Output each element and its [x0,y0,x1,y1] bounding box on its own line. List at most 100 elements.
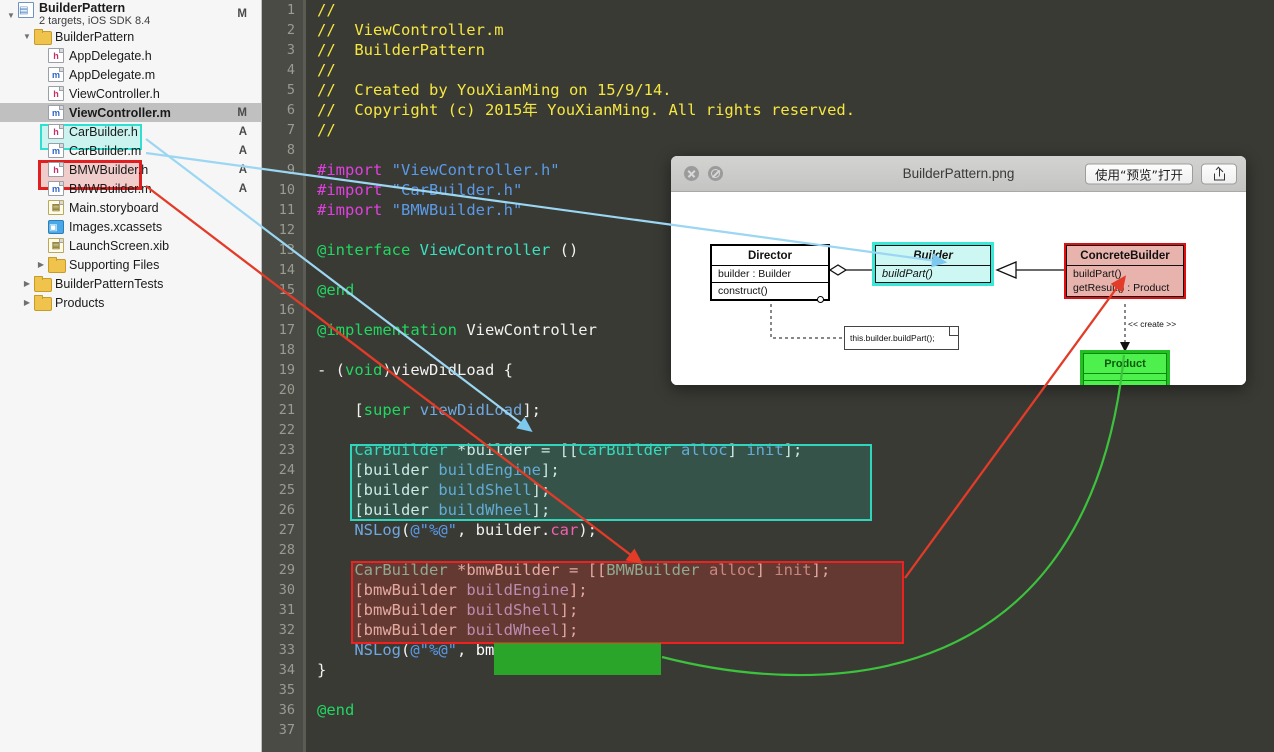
sidebar-item-builderpatterntests[interactable]: BuilderPatternTests [0,274,261,293]
line-text: [bmwBuilder buildWheel]; [317,621,579,639]
line-number: 28 [278,542,295,558]
navigator-tree[interactable]: ▤BuilderPattern2 targets, iOS SDK 8.4MBu… [0,0,261,312]
preview-titlebar[interactable]: BuilderPattern.png 使用“预览”打开 [671,156,1246,192]
image-preview-window[interactable]: BuilderPattern.png 使用“预览”打开 Director bui… [671,156,1246,385]
project-navigator[interactable]: ▤BuilderPattern2 targets, iOS SDK 8.4MBu… [0,0,262,752]
folder-icon [34,295,52,311]
director-socket-icon [817,296,824,303]
uml-class-builder: Builder buildPart() [872,242,994,286]
line-text: [super viewDidLoad]; [317,401,542,419]
sidebar-item-bmwbuilder-m[interactable]: m BMWBuilder.m A [0,179,261,198]
sidebar-item-images-xcassets[interactable]: ▣ Images.xcassets [0,217,261,236]
sidebar-item-viewcontroller-m[interactable]: m ViewController.m M [0,103,261,122]
line-text: CarBuilder *bmwBuilder = [[BMWBuilder al… [354,561,831,579]
share-icon[interactable] [1201,163,1237,184]
sidebar-item-label: BuilderPatternTests [55,276,164,291]
code-line[interactable]: 4 // [262,60,1274,80]
uml-class-director: Director builder : Builder construct() [710,244,830,303]
line-number: 14 [278,262,295,278]
xcode-window: ▤BuilderPattern2 targets, iOS SDK 8.4MBu… [0,0,1274,752]
navigator-project-row[interactable]: ▤BuilderPattern2 targets, iOS SDK 8.4M [0,0,261,27]
project-name: BuilderPattern [39,1,126,15]
code-line[interactable]: 31 [bmwBuilder buildShell]; [262,600,1274,620]
line-number: 32 [278,622,295,638]
sidebar-item-builderpattern[interactable]: BuilderPattern [0,27,261,46]
uml-class-concretebuilder: ConcreteBuilder buildPart() getResult() … [1064,243,1186,299]
code-line[interactable]: 37 [262,720,1274,740]
line-number: 13 [278,242,295,258]
sidebar-item-appdelegate-m[interactable]: m AppDelegate.m [0,65,261,84]
code-line[interactable]: 34} [262,660,1274,680]
folder-icon [34,276,52,292]
disclosure-triangle[interactable] [20,274,34,293]
interface-file-icon: ▤ [48,238,64,253]
code-line[interactable]: 23 CarBuilder *builder = [[CarBuilder al… [262,440,1274,460]
director-attribute: builder : Builder [712,266,828,283]
source-file-icon: m [48,67,64,82]
open-with-preview-button[interactable]: 使用“预览”打开 [1085,163,1193,184]
code-line[interactable]: 36 @end [262,700,1274,720]
code-line[interactable]: 27 NSLog(@"%@", builder.car); [262,520,1274,540]
sidebar-item-bmwbuilder-h[interactable]: h BMWBuilder.h A [0,160,261,179]
file-status-badge: A [238,182,247,195]
project-status-badge: M [237,7,247,20]
code-line[interactable]: 25 [builder buildShell]; [262,480,1274,500]
line-number: 35 [278,682,295,698]
code-line[interactable]: 28 [262,540,1274,560]
code-line[interactable]: 1 // [262,0,1274,20]
sidebar-item-label: Products [55,295,105,310]
sidebar-item-appdelegate-h[interactable]: h AppDelegate.h [0,46,261,65]
code-line[interactable]: 33 NSLog(@"%@", bmwBuilder.car); [262,640,1274,660]
code-line[interactable]: 29 CarBuilder *bmwBuilder = [[BMWBuilder… [262,560,1274,580]
line-text: // [317,121,336,139]
sidebar-item-carbuilder-h[interactable]: h CarBuilder.h A [0,122,261,141]
no-entry-circle-icon[interactable] [708,166,723,181]
sidebar-item-supporting-files[interactable]: Supporting Files [0,255,261,274]
line-text: // BuilderPattern [317,41,485,59]
line-number: 31 [278,602,295,618]
code-line[interactable]: 32 [bmwBuilder buildWheel]; [262,620,1274,640]
line-number: 6 [286,102,295,118]
sidebar-item-viewcontroller-h[interactable]: h ViewController.h [0,84,261,103]
line-number: 25 [278,482,295,498]
code-line[interactable]: 26 [builder buildWheel]; [262,500,1274,520]
sidebar-item-launchscreen-xib[interactable]: ▤ LaunchScreen.xib [0,236,261,255]
code-line[interactable]: 22 [262,420,1274,440]
line-number: 33 [278,642,295,658]
code-line[interactable]: 5 // Created by YouXianMing on 15/9/14. [262,80,1274,100]
close-circle-icon[interactable] [684,166,699,181]
line-number: 3 [286,42,295,58]
disclosure-triangle[interactable] [20,293,34,312]
code-line[interactable]: 30 [bmwBuilder buildEngine]; [262,580,1274,600]
sidebar-item-label: Images.xcassets [69,219,163,234]
sidebar-item-label: AppDelegate.h [69,48,152,63]
code-line[interactable]: 21 [super viewDidLoad]; [262,400,1274,420]
code-line[interactable]: 3 // BuilderPattern [262,40,1274,60]
sidebar-item-label: BMWBuilder.m [69,181,152,196]
line-text: #import "CarBuilder.h" [317,181,523,199]
line-number: 37 [278,722,295,738]
sidebar-item-label: BMWBuilder.h [69,162,149,177]
sidebar-item-carbuilder-m[interactable]: m CarBuilder.m A [0,141,261,160]
code-line[interactable]: 2 // ViewController.m [262,20,1274,40]
disclosure-triangle[interactable] [4,2,18,29]
sidebar-item-label: LaunchScreen.xib [69,238,170,253]
disclosure-triangle[interactable] [34,255,48,274]
preview-actions: 使用“预览”打开 [1085,163,1237,184]
code-line[interactable]: 24 [builder buildEngine]; [262,460,1274,480]
line-number: 16 [278,302,295,318]
line-text: NSLog(@"%@", builder.car); [354,521,598,539]
uml-note: this.builder.buildPart(); [844,326,959,350]
line-number: 17 [278,322,295,338]
code-line[interactable]: 6 // Copyright (c) 2015年 YouXianMing. All… [262,100,1274,120]
sidebar-item-products[interactable]: Products [0,293,261,312]
disclosure-triangle[interactable] [20,27,34,46]
code-line[interactable]: 35 [262,680,1274,700]
header-file-icon: h [48,124,64,139]
file-status-badge: A [238,144,247,157]
code-line[interactable]: 7 // [262,120,1274,140]
sidebar-item-main-storyboard[interactable]: ▤ Main.storyboard [0,198,261,217]
file-status-badge: A [238,163,247,176]
line-text: @implementation ViewController [317,321,597,339]
line-number: 29 [278,562,295,578]
